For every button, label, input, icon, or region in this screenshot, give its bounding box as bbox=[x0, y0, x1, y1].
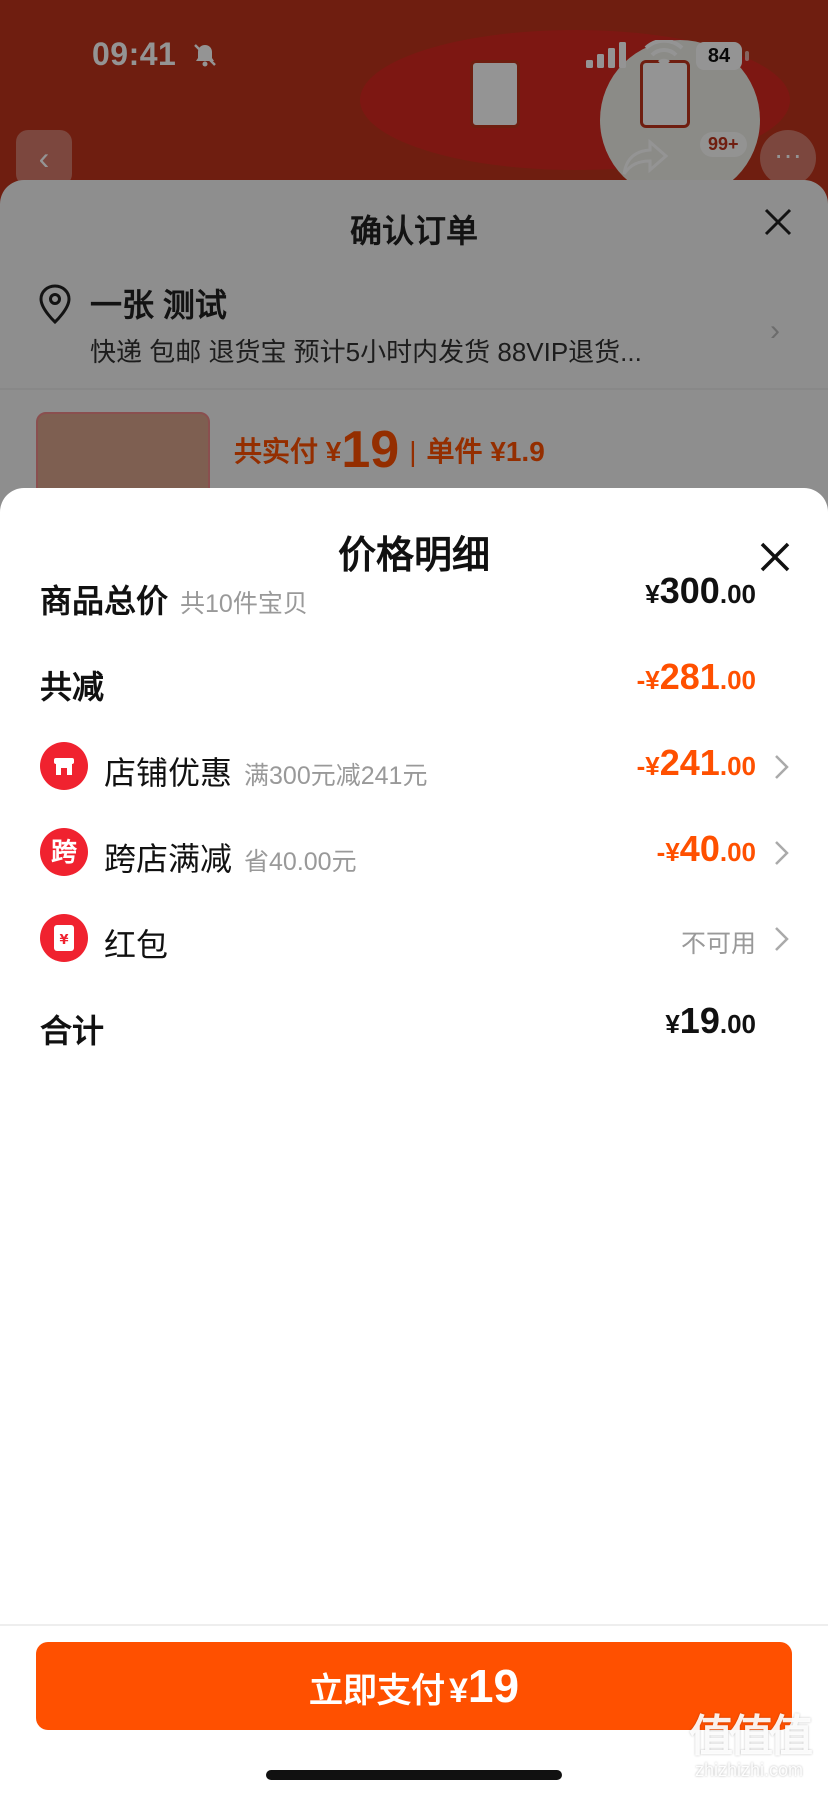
amount-decimal: .00 bbox=[719, 579, 756, 609]
currency-symbol: ¥ bbox=[645, 579, 660, 609]
total-reduction-value: -¥281.00 bbox=[637, 656, 756, 698]
watermark-logo: 值值值 bbox=[689, 1712, 813, 1761]
red-packet-row[interactable]: ¥ 红包 不可用 bbox=[0, 900, 828, 980]
amount-integer: 281 bbox=[659, 656, 720, 697]
price-detail-sheet: 价格明细 商品总价 共10件宝贝 ¥300.00 共减 -¥281.00 店铺优惠… bbox=[0, 488, 828, 1795]
amount-decimal: .00 bbox=[719, 751, 756, 781]
grand-total-value: ¥19.00 bbox=[665, 1000, 756, 1042]
currency-symbol: -¥ bbox=[636, 751, 660, 781]
currency-symbol: -¥ bbox=[656, 837, 680, 867]
red-packet-glyph: ¥ bbox=[59, 933, 68, 948]
currency-symbol: ¥ bbox=[665, 1009, 680, 1039]
store-discount-rule: 满300元减241元 bbox=[244, 762, 428, 790]
goods-total-row: 商品总价 共10件宝贝 ¥300.00 bbox=[0, 556, 828, 636]
cross-store-icon: 跨 bbox=[40, 828, 88, 876]
amount-integer: 40 bbox=[679, 828, 720, 869]
pay-button-label: 立即支付 bbox=[308, 1672, 445, 1710]
site-watermark: 值值值 zhizhizhi.com bbox=[674, 1700, 824, 1790]
home-indicator bbox=[266, 1770, 562, 1780]
red-packet-label: 红包 bbox=[104, 927, 169, 963]
red-packet-status: 不可用 bbox=[680, 930, 756, 958]
row-label: 商品总价 共10件宝贝 bbox=[40, 576, 308, 622]
divider bbox=[0, 1624, 828, 1626]
cross-store-label: 跨店满减 bbox=[104, 841, 233, 877]
amount-integer: 300 bbox=[659, 570, 720, 611]
currency-symbol: -¥ bbox=[636, 665, 660, 695]
watermark-text: zhizhizhi.com bbox=[694, 1760, 804, 1780]
grand-total-label: 合计 bbox=[40, 1013, 105, 1049]
store-discount-value: -¥241.00 bbox=[637, 742, 756, 784]
amount-integer: 19 bbox=[679, 1000, 720, 1041]
row-label: 跨店满减 省40.00元 bbox=[104, 834, 357, 880]
red-packet-icon: ¥ bbox=[40, 914, 88, 962]
row-label: 店铺优惠 满300元减241元 bbox=[104, 748, 427, 794]
cross-store-discount-row[interactable]: 跨 跨店满减 省40.00元 -¥40.00 bbox=[0, 814, 828, 894]
total-reduction-label: 共减 bbox=[40, 669, 105, 705]
currency-symbol: ¥ bbox=[448, 1672, 468, 1710]
store-icon bbox=[40, 742, 88, 790]
store-discount-label: 店铺优惠 bbox=[104, 755, 233, 791]
amount-decimal: .00 bbox=[719, 1009, 756, 1039]
grand-total-row: 合计 ¥19.00 bbox=[0, 986, 828, 1066]
cross-store-saving: 省40.00元 bbox=[244, 848, 357, 876]
total-reduction-row: 共减 -¥281.00 bbox=[0, 642, 828, 722]
item-count: 共10件宝贝 bbox=[180, 590, 308, 618]
goods-total-value: ¥300.00 bbox=[645, 570, 756, 612]
pay-amount: 19 bbox=[467, 1660, 520, 1712]
chevron-right-icon[interactable] bbox=[772, 836, 792, 870]
amount-decimal: .00 bbox=[719, 837, 756, 867]
cross-store-value: -¥40.00 bbox=[657, 828, 756, 870]
goods-total-label: 商品总价 bbox=[40, 583, 169, 619]
chevron-right-icon[interactable] bbox=[772, 750, 792, 784]
amount-decimal: .00 bbox=[719, 665, 756, 695]
chevron-right-icon[interactable] bbox=[772, 922, 792, 956]
store-discount-row[interactable]: 店铺优惠 满300元减241元 -¥241.00 bbox=[0, 728, 828, 808]
amount-integer: 241 bbox=[659, 742, 720, 783]
